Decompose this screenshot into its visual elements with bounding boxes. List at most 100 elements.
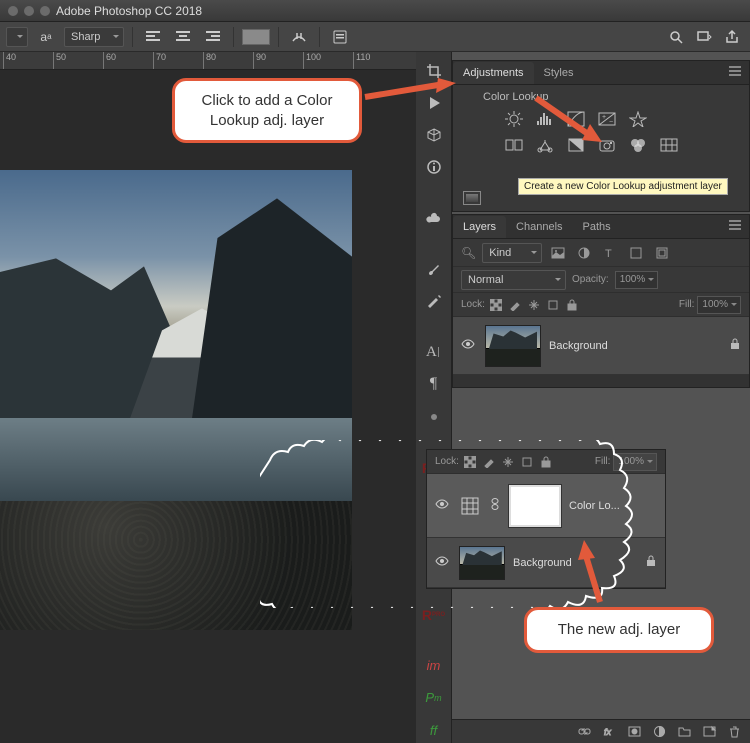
- filter-pixel-icon[interactable]: [548, 244, 568, 262]
- layer-name[interactable]: Background: [549, 340, 721, 352]
- layers-footer-wrap: fx: [452, 719, 750, 743]
- opacity-field[interactable]: 100%: [615, 271, 659, 289]
- layers-panel-menu-icon[interactable]: [729, 220, 745, 232]
- brightness-contrast-icon[interactable]: [503, 109, 525, 129]
- layer-thumbnail[interactable]: [485, 325, 541, 367]
- paragraph-panel-icon[interactable]: [328, 26, 352, 48]
- vibrance-icon[interactable]: [627, 109, 649, 129]
- ruler-horizontal[interactable]: 40 50 60 70 80 90 100 110: [0, 52, 416, 70]
- align-right-icon[interactable]: [201, 26, 225, 48]
- lock-icon-zoom: [645, 555, 657, 570]
- plugin-rpro2-icon[interactable]: RPRO: [420, 602, 448, 628]
- layer-mask-icon[interactable]: [626, 724, 642, 740]
- adjustment-layer-grid-icon: [459, 495, 481, 517]
- workspace-dropdown-icon[interactable]: [692, 26, 716, 48]
- layer-background-zoom[interactable]: Background: [427, 538, 665, 588]
- visibility-toggle-icon[interactable]: [461, 337, 477, 354]
- dot-icon[interactable]: [420, 404, 448, 430]
- document-canvas[interactable]: [0, 170, 352, 630]
- tab-adjustments[interactable]: Adjustments: [453, 62, 534, 84]
- lock-transparency-zoom-icon[interactable]: [462, 454, 478, 470]
- layer-background[interactable]: Background: [453, 317, 749, 375]
- collapsed-panel-strip: A ¶ RPRO A ¶ RPRO im Pm ff: [416, 52, 452, 743]
- arrow-to-tab: [360, 75, 460, 105]
- font-size-dropdown[interactable]: [6, 27, 28, 47]
- brush-panel-icon[interactable]: [420, 256, 448, 282]
- svg-text:fx: fx: [604, 727, 612, 737]
- text-color-swatch[interactable]: [242, 29, 270, 45]
- visibility-toggle-zoom2-icon[interactable]: [435, 554, 451, 571]
- lock-pixels-icon[interactable]: [507, 297, 523, 313]
- lock-position-icon[interactable]: [526, 297, 542, 313]
- lock-all-zoom-icon[interactable]: [538, 454, 554, 470]
- lock-transparency-icon[interactable]: [488, 297, 504, 313]
- opacity-value: 100%: [620, 274, 646, 285]
- adjustment-preset-icon[interactable]: [463, 191, 481, 205]
- new-group-icon[interactable]: [676, 724, 692, 740]
- layer-color-lookup[interactable]: Color Lo...: [427, 474, 665, 538]
- filter-kind-label: Kind: [489, 247, 511, 259]
- link-mask-icon[interactable]: [489, 497, 501, 514]
- character-panel-icon[interactable]: A: [420, 339, 448, 365]
- window-controls[interactable]: [8, 6, 50, 16]
- lock-label: Lock:: [461, 299, 485, 310]
- panel-menu-icon[interactable]: [729, 66, 745, 78]
- cc-libraries-icon[interactable]: [420, 205, 448, 231]
- color-lookup-icon[interactable]: [627, 135, 649, 155]
- tab-paths[interactable]: Paths: [573, 216, 621, 238]
- link-layers-icon[interactable]: [576, 724, 592, 740]
- align-left-icon[interactable]: [141, 26, 165, 48]
- filter-smart-icon[interactable]: [652, 244, 672, 262]
- lock-position-zoom-icon[interactable]: [500, 454, 516, 470]
- paragraph-panel-strip-icon[interactable]: ¶: [420, 371, 448, 397]
- fill-field-zoom[interactable]: 100%: [613, 453, 657, 471]
- lock-all-icon[interactable]: [564, 297, 580, 313]
- blend-mode-value: Normal: [468, 274, 503, 286]
- search-icon[interactable]: [664, 26, 688, 48]
- gradient-map-icon[interactable]: [658, 135, 680, 155]
- fill-field[interactable]: 100%: [697, 296, 741, 314]
- layer-filter-kind[interactable]: Kind: [482, 243, 542, 263]
- 3d-icon[interactable]: [420, 122, 448, 148]
- layer-mask-thumbnail[interactable]: [509, 485, 561, 527]
- delete-layer-icon[interactable]: [726, 724, 742, 740]
- callout-top-line2: Lookup adj. layer: [210, 112, 324, 129]
- layers-panel-footer: fx: [452, 719, 750, 743]
- blend-mode-dropdown[interactable]: Normal: [461, 270, 566, 290]
- brush-settings-icon[interactable]: [420, 288, 448, 314]
- layer-thumbnail-zoom[interactable]: [459, 546, 505, 580]
- filter-adjustment-icon[interactable]: [574, 244, 594, 262]
- document-stage: 40 50 60 70 80 90 100 110: [0, 52, 416, 743]
- antialias-dropdown[interactable]: Sharp: [64, 27, 124, 47]
- visibility-toggle-zoom1-icon[interactable]: [435, 497, 451, 514]
- callout-new-layer: The new adj. layer: [524, 607, 714, 653]
- color-lookup-tooltip: Create a new Color Lookup adjustment lay…: [518, 178, 728, 195]
- filter-shape-icon[interactable]: [626, 244, 646, 262]
- tab-channels[interactable]: Channels: [506, 216, 572, 238]
- tab-layers[interactable]: Layers: [453, 216, 506, 238]
- align-center-icon[interactable]: [171, 26, 195, 48]
- plugin-pm-icon[interactable]: Pm: [420, 685, 448, 711]
- new-adjustment-layer-icon[interactable]: [651, 724, 667, 740]
- filter-search-icon[interactable]: 🔍︎: [461, 246, 476, 260]
- lock-artboard-zoom-icon[interactable]: [519, 454, 535, 470]
- channel-mixer-icon[interactable]: [503, 135, 525, 155]
- svg-text:T: T: [605, 248, 612, 260]
- tab-styles[interactable]: Styles: [534, 62, 584, 84]
- warp-text-icon[interactable]: [287, 26, 311, 48]
- options-bar: aa Sharp: [0, 22, 750, 52]
- antialias-value: Sharp: [71, 31, 100, 43]
- filter-type-icon[interactable]: T: [600, 244, 620, 262]
- plugin-ff-icon[interactable]: ff: [420, 717, 448, 743]
- layer-style-icon[interactable]: fx: [601, 724, 617, 740]
- adj-layer-name[interactable]: Color Lo...: [569, 500, 657, 512]
- fill-value-zoom: 100%: [618, 456, 644, 467]
- layers-panel-zoom: Lock: Fill: 100% Color Lo... Background: [426, 449, 666, 589]
- info-icon[interactable]: [420, 154, 448, 180]
- share-icon[interactable]: [720, 26, 744, 48]
- plugin-im-icon[interactable]: im: [420, 653, 448, 679]
- lock-artboard-icon[interactable]: [545, 297, 561, 313]
- adjustment-group-title: Color Lookup: [483, 91, 739, 103]
- lock-pixels-zoom-icon[interactable]: [481, 454, 497, 470]
- new-layer-icon[interactable]: [701, 724, 717, 740]
